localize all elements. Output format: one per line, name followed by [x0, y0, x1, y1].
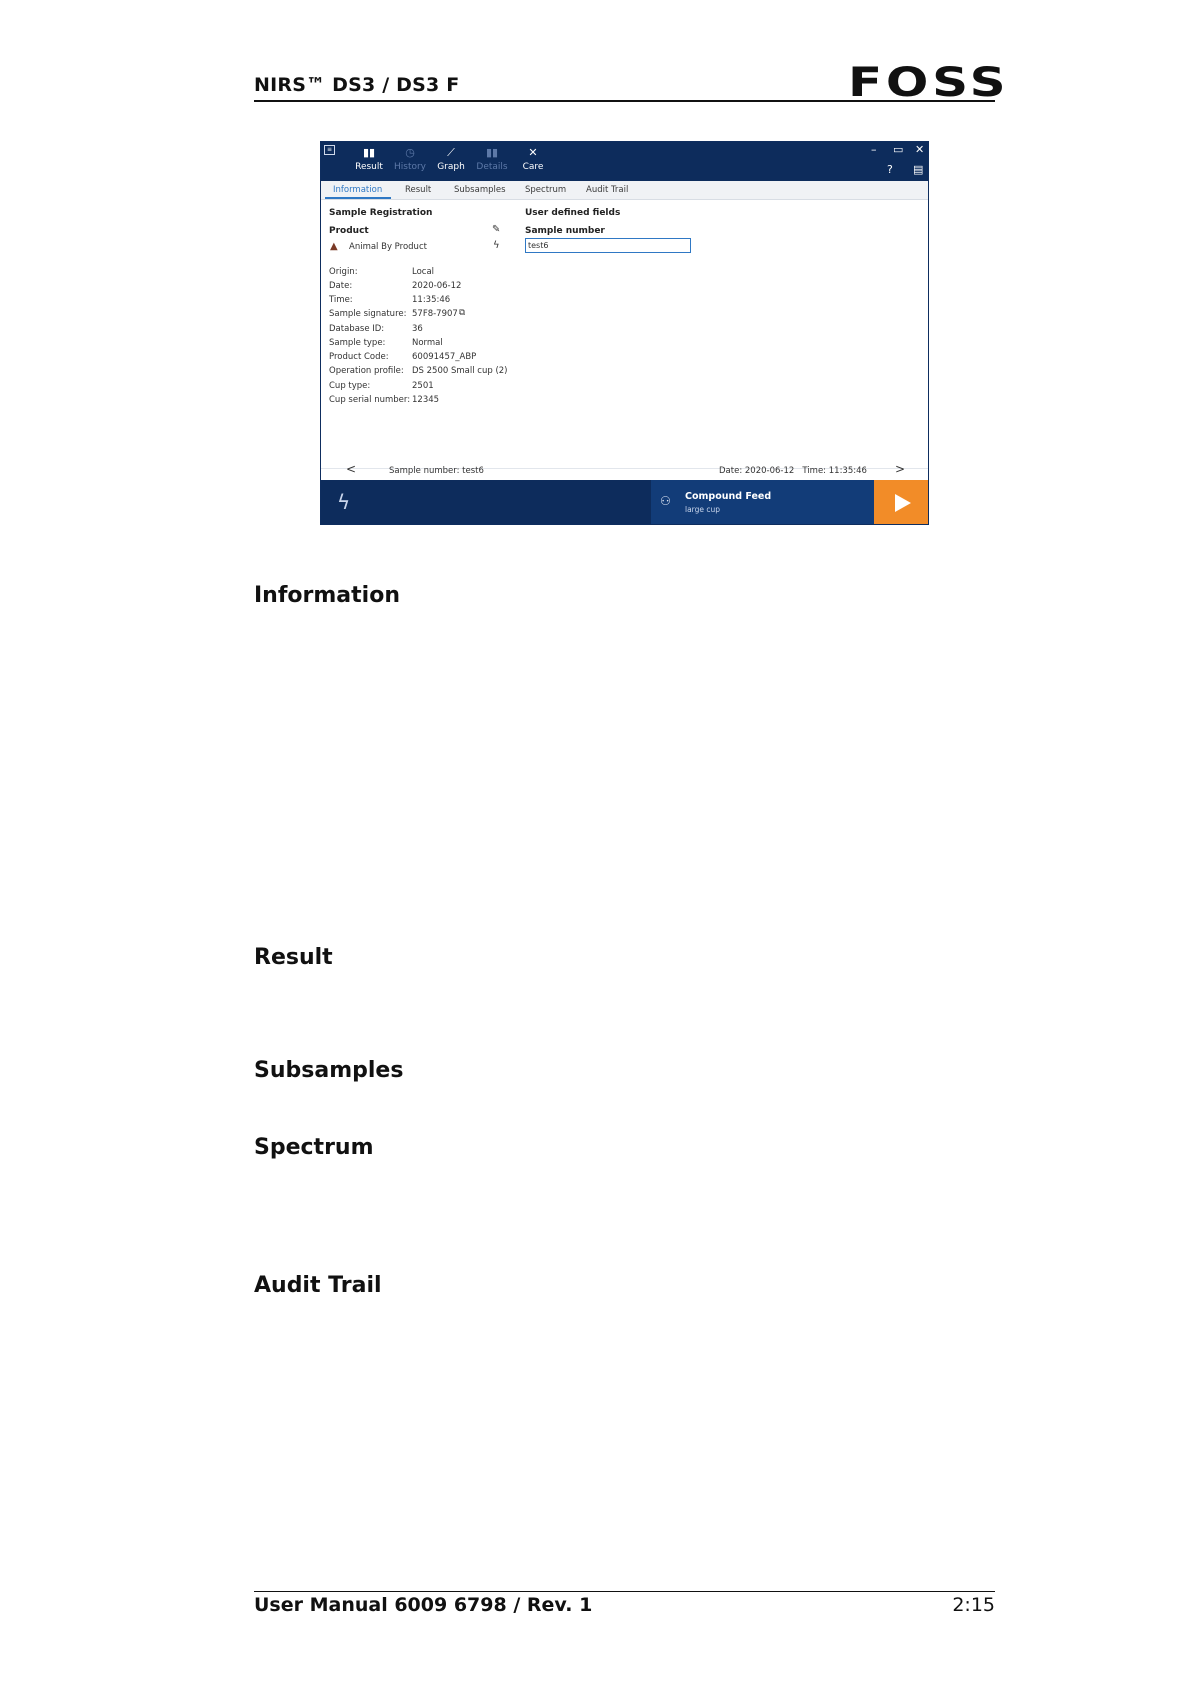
- help-button[interactable]: ?: [887, 163, 893, 176]
- tab-result[interactable]: Result: [405, 185, 431, 195]
- app-menu-icon[interactable]: ≡: [324, 145, 335, 155]
- product-icon: ⚇: [660, 494, 671, 508]
- detail-value: 11:35:46: [412, 295, 451, 305]
- edit-product-icon[interactable]: ✎: [492, 224, 500, 235]
- footer-page-number: 2:15: [952, 1594, 995, 1616]
- sample-number-label: Sample number: [525, 226, 605, 236]
- detail-value: Normal: [412, 338, 443, 348]
- detail-key: Operation profile:: [329, 366, 404, 376]
- tab-bar: Information Result Subsamples Spectrum A…: [321, 181, 928, 200]
- nav-care[interactable]: ✕ Care: [513, 146, 553, 172]
- nav-graph[interactable]: ⟋ Graph: [431, 146, 471, 172]
- nav-history-label: History: [393, 162, 427, 172]
- next-sample-button[interactable]: >: [895, 462, 905, 476]
- product-pile-icon: ▲: [330, 241, 338, 252]
- product-selector[interactable]: ⚇ Compound Feed large cup: [651, 480, 874, 524]
- play-icon: [895, 494, 911, 512]
- close-button[interactable]: ✕: [915, 143, 924, 156]
- product-label: Product: [329, 226, 369, 236]
- detail-value: 12345: [412, 395, 440, 405]
- sample-registration-heading: Sample Registration: [329, 208, 433, 218]
- detail-key: Database ID:: [329, 324, 385, 334]
- detail-key: Date:: [329, 281, 353, 291]
- sample-number-input[interactable]: test6: [525, 238, 691, 253]
- detail-key: Cup type:: [329, 381, 371, 391]
- copy-signature-icon[interactable]: ⧉: [459, 308, 465, 318]
- nav-result[interactable]: ▮▮ Result: [349, 146, 389, 172]
- footer-divider: [254, 1591, 995, 1592]
- active-tab-indicator: [325, 197, 391, 199]
- document-header-title: NIRS™ DS3 / DS3 F: [254, 74, 460, 96]
- detail-value: 2020-06-12: [412, 281, 462, 291]
- selected-cup-type: large cup: [685, 505, 721, 514]
- detail-key: Cup serial number:: [329, 395, 411, 405]
- detail-key: Product Code:: [329, 352, 389, 362]
- status-sample-number: Sample number: test6: [389, 466, 484, 476]
- history-icon: ◷: [405, 146, 415, 159]
- section-heading-subsamples: Subsamples: [254, 1058, 404, 1083]
- header-divider: [254, 100, 995, 102]
- section-heading-audit-trail: Audit Trail: [254, 1273, 382, 1298]
- detail-value: 60091457_ABP: [412, 352, 477, 362]
- nav-details[interactable]: ▮▮ Details: [472, 146, 512, 172]
- section-heading-result: Result: [254, 945, 333, 970]
- tab-spectrum[interactable]: Spectrum: [525, 185, 566, 195]
- nav-graph-label: Graph: [437, 162, 465, 172]
- tab-audit-trail[interactable]: Audit Trail: [586, 185, 628, 195]
- nav-result-label: Result: [355, 162, 383, 172]
- status-date-time: Date: 2020-06-12 Time: 11:35:46: [719, 466, 867, 476]
- detail-value: 36: [412, 324, 423, 334]
- detail-value: Local: [412, 267, 435, 277]
- nav-care-label: Care: [522, 162, 544, 172]
- bar-chart-icon: ▮▮: [362, 146, 376, 159]
- previous-sample-button[interactable]: <: [346, 462, 356, 476]
- software-screenshot: ≡ ▮▮ Result ◷ History ⟋ Graph ▮▮ Details…: [320, 141, 929, 525]
- detail-value: DS 2500 Small cup (2): [412, 366, 508, 376]
- detail-key: Sample signature:: [329, 309, 407, 319]
- minimize-button[interactable]: –: [871, 143, 877, 156]
- details-icon: ▮▮: [485, 146, 499, 159]
- tools-icon: ✕: [528, 146, 538, 159]
- bottom-action-bar: ϟ ⚇ Compound Feed large cup: [321, 480, 928, 524]
- lightning-icon[interactable]: ϟ: [493, 240, 500, 251]
- detail-key: Origin:: [329, 267, 358, 277]
- start-analysis-button[interactable]: [874, 480, 928, 524]
- detail-value: 2501: [412, 381, 434, 391]
- document-icon[interactable]: ▤: [913, 163, 923, 176]
- product-value: Animal By Product: [349, 242, 427, 252]
- section-heading-spectrum: Spectrum: [254, 1135, 374, 1160]
- user-defined-fields-heading: User defined fields: [525, 208, 621, 218]
- detail-key: Time:: [329, 295, 353, 305]
- tab-information[interactable]: Information: [333, 185, 382, 195]
- selected-product-title: Compound Feed: [685, 491, 772, 502]
- footer-manual-ref: User Manual 6009 6798 / Rev. 1: [254, 1594, 593, 1616]
- top-navigation-bar: ≡ ▮▮ Result ◷ History ⟋ Graph ▮▮ Details…: [321, 142, 928, 181]
- quick-analyze-lightning-icon[interactable]: ϟ: [337, 490, 350, 514]
- maximize-button[interactable]: ▭: [893, 143, 903, 156]
- nav-history[interactable]: ◷ History: [390, 146, 430, 172]
- detail-key: Sample type:: [329, 338, 386, 348]
- graph-icon: ⟋: [447, 146, 455, 159]
- tab-subsamples[interactable]: Subsamples: [454, 185, 506, 195]
- section-heading-information: Information: [254, 583, 400, 608]
- detail-value: 57F8-7907: [412, 309, 458, 319]
- nav-details-label: Details: [476, 162, 508, 172]
